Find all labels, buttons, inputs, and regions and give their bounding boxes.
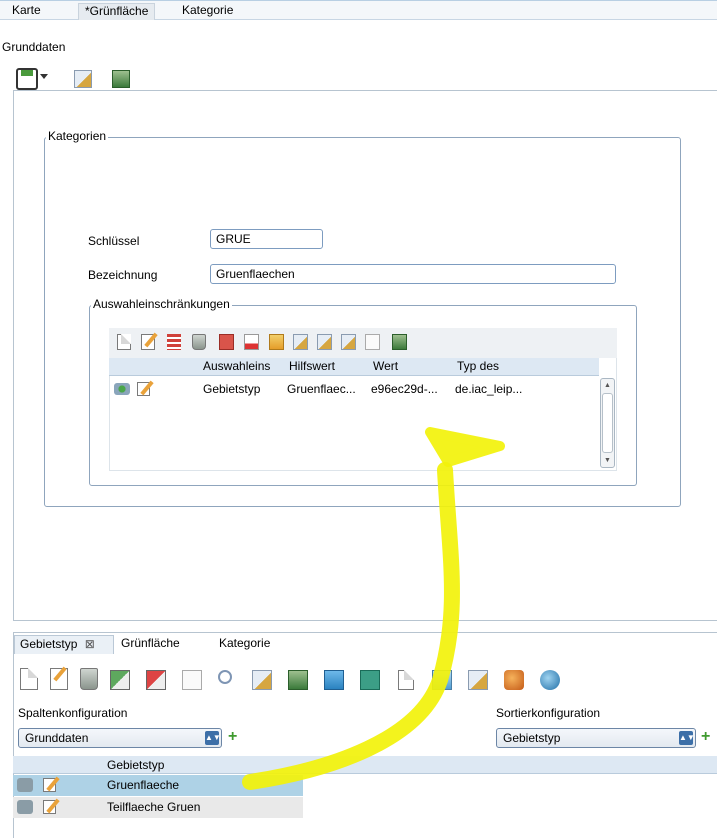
annotation-arrow: [242, 427, 505, 790]
arrow-head: [425, 427, 505, 467]
arrow-shaft: [242, 462, 460, 790]
